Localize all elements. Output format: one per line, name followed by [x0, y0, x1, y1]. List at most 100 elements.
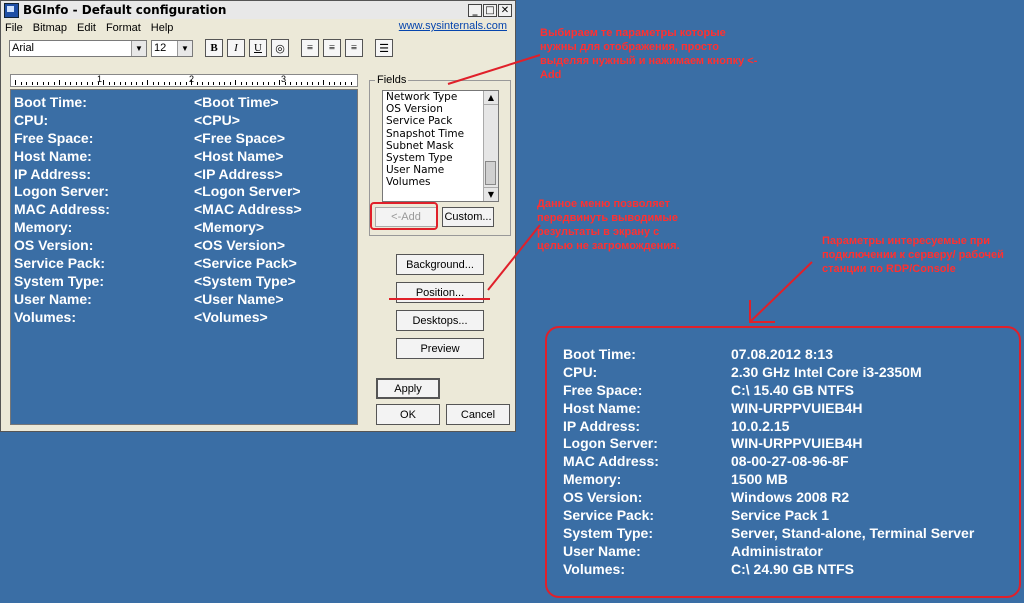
maximize-button[interactable]: □ [483, 3, 497, 17]
color-picker-button[interactable]: ◎ [271, 39, 289, 57]
info-value: <System Type> [194, 272, 296, 289]
info-label: OS Version: [563, 489, 643, 506]
ruler-tick [31, 82, 33, 85]
custom-button[interactable]: Custom... [442, 207, 494, 227]
menu-format[interactable]: Format [106, 22, 141, 34]
info-row: OS Version: Windows 2008 R2 [563, 489, 974, 507]
ruler-tick [180, 82, 181, 85]
info-value: <Volumes> [194, 308, 268, 325]
cancel-button[interactable]: Cancel [446, 404, 510, 425]
info-label: IP Address: [14, 165, 92, 182]
underline-button[interactable]: U [249, 39, 267, 57]
ruler-tick [136, 82, 137, 85]
ruler-tick [97, 82, 99, 85]
fields-list-item[interactable]: User Name [383, 164, 498, 176]
menu-help[interactable]: Help [151, 22, 174, 34]
ruler-tick [81, 82, 82, 85]
italic-button[interactable]: I [227, 39, 245, 57]
info-row: Memory: <Memory> [11, 219, 357, 237]
info-row: Free Space: C:\ 15.40 GB NTFS [563, 382, 974, 400]
ruler-tick [42, 82, 44, 85]
font-name-select[interactable]: Arial ▼ [9, 39, 147, 57]
annotation-note: Выбираем те параметры которые нужны для … [540, 27, 758, 81]
info-value: 08-00-27-08-96-8F [731, 453, 849, 470]
info-editor[interactable]: Boot Time: <Boot Time> CPU: <CPU> Free Space… [10, 89, 358, 425]
scroll-thumb[interactable] [485, 161, 496, 185]
ruler-tick [301, 82, 302, 85]
scroll-down-icon[interactable]: ▼ [484, 187, 498, 201]
info-label: Host Name: [14, 147, 92, 164]
ruler-tick [284, 82, 286, 85]
background-button[interactable]: Background... [396, 254, 484, 275]
minimize-button[interactable]: _ [468, 3, 482, 17]
menu-edit[interactable]: Edit [77, 22, 96, 34]
menu-file[interactable]: File [5, 22, 23, 34]
info-label: CPU: [563, 363, 598, 380]
ruler-tick [147, 80, 148, 85]
apply-button[interactable]: Apply [376, 378, 440, 399]
bullet-list-button[interactable]: ☰ [375, 39, 393, 57]
preview-button[interactable]: Preview [396, 338, 484, 359]
info-value: <IP Address> [194, 165, 283, 182]
bold-button[interactable]: B [205, 39, 223, 57]
info-row: User Name: Administrator [563, 543, 974, 561]
info-row: Memory: 1500 MB [563, 471, 974, 489]
fields-scrollbar[interactable]: ▲ ▼ [483, 91, 498, 201]
fields-list-item[interactable]: Network Type [383, 91, 498, 103]
fields-list-item[interactable]: OS Version [383, 103, 498, 115]
info-value: <Boot Time> [194, 94, 279, 110]
chevron-down-icon[interactable]: ▼ [177, 40, 192, 56]
info-row: Logon Server: WIN-URPPVUIEB4H [563, 435, 974, 453]
info-row: User Name: <User Name> [11, 291, 357, 309]
ruler-tick [130, 82, 132, 85]
ruler-tick [59, 80, 60, 85]
title-bar[interactable]: BGInfo - Default configuration _ □ ✕ [1, 1, 515, 19]
align-right-button[interactable]: ≡ [345, 39, 363, 57]
desktops-button[interactable]: Desktops... [396, 310, 484, 331]
info-row: Volumes: C:\ 24.90 GB NTFS [563, 561, 974, 579]
info-label: System Type: [14, 272, 104, 289]
add-highlight [370, 202, 438, 230]
fields-list-item[interactable]: Snapshot Time [383, 128, 498, 140]
format-toolbar: Arial ▼ 12 ▼ B I U ◎ ≡ ≡ ≡ ☰ [1, 36, 515, 60]
ruler-tick [328, 82, 330, 85]
ruler-tick [279, 80, 280, 85]
font-size-select[interactable]: 12 ▼ [151, 39, 193, 57]
info-row: MAC Address: 08-00-27-08-96-8F [563, 453, 974, 471]
close-button[interactable]: ✕ [498, 3, 512, 17]
annotation-note: Параметры интересуемые при подключении к… [822, 235, 1004, 275]
info-label: Free Space: [14, 129, 94, 146]
info-value: <Service Pack> [194, 255, 297, 272]
info-label: OS Version: [14, 237, 94, 254]
ruler-tick [15, 80, 16, 85]
ruler-tick [141, 82, 143, 85]
info-label: Logon Server: [14, 183, 109, 200]
ruler-tick [334, 82, 335, 85]
ruler-tick [224, 82, 225, 85]
ruler-tick [262, 82, 264, 85]
ok-button[interactable]: OK [376, 404, 440, 425]
window-title: BGInfo - Default configuration [23, 3, 227, 17]
fields-list-item[interactable]: Volumes [383, 176, 498, 188]
fields-list-item[interactable]: Subnet Mask [383, 140, 498, 152]
align-center-icon: ≡ [328, 42, 336, 54]
fields-list-item[interactable]: System Type [383, 152, 498, 164]
scroll-up-icon[interactable]: ▲ [484, 91, 498, 105]
ruler-tick [295, 82, 297, 85]
ruler-tick [53, 82, 55, 85]
fields-list-item[interactable]: Service Pack [383, 115, 498, 127]
info-row: System Type: <System Type> [11, 273, 357, 291]
align-left-button[interactable]: ≡ [301, 39, 319, 57]
chevron-down-icon[interactable]: ▼ [131, 40, 146, 56]
ruler-tick [345, 82, 346, 85]
ruler-tick [202, 82, 203, 85]
sysinternals-link[interactable]: www.sysinternals.com [399, 20, 507, 32]
fields-list[interactable]: Network Type OS Version Service Pack Snapsh… [382, 90, 499, 202]
position-button[interactable]: Position... [396, 282, 484, 303]
align-center-button[interactable]: ≡ [323, 39, 341, 57]
ruler-tick [103, 80, 104, 85]
info-label: MAC Address: [563, 453, 659, 470]
menu-bar: File Bitmap Edit Format Help www.sysinte… [1, 19, 515, 36]
menu-bitmap[interactable]: Bitmap [33, 22, 67, 34]
ruler-tick [323, 80, 324, 85]
